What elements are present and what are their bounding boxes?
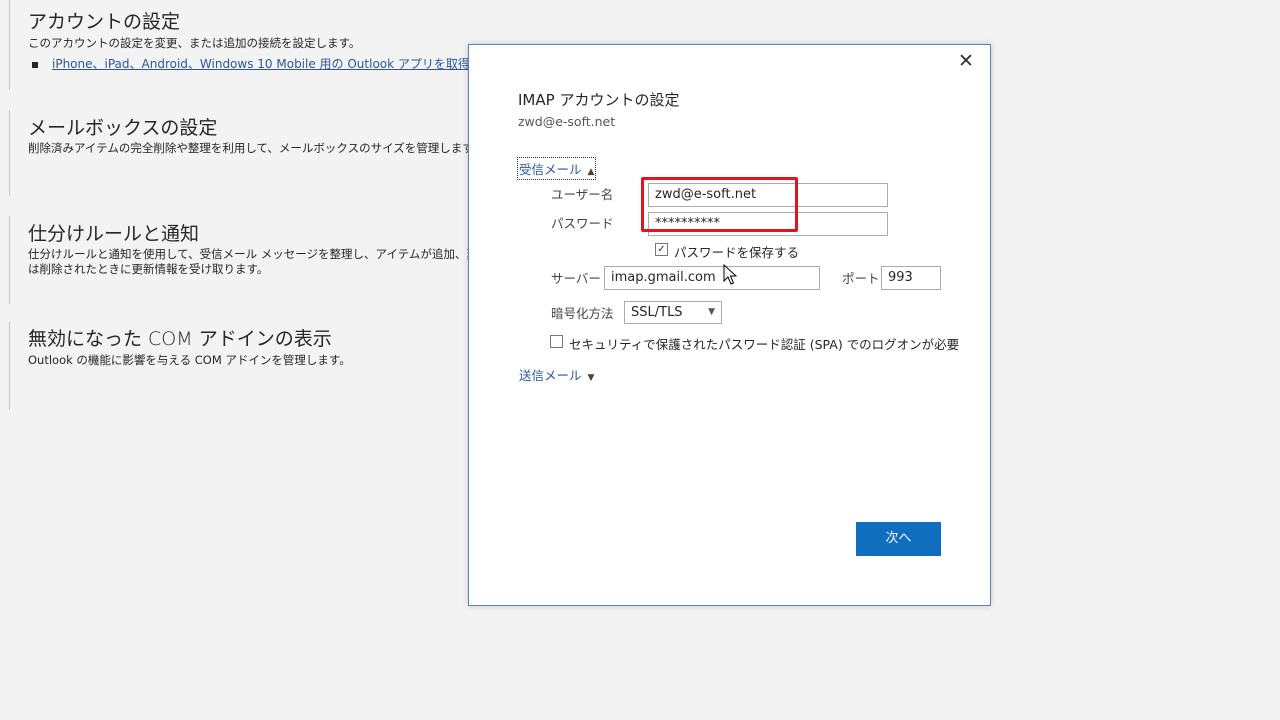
server-label: サーバー: [551, 271, 601, 286]
encryption-label: 暗号化方法: [551, 306, 614, 321]
outlook-app-link[interactable]: iPhone、iPad、Android、Windows 10 Mobile 用の…: [52, 57, 470, 71]
com-addins-title[interactable]: 無効になった COM アドインの表示: [28, 324, 332, 351]
dialog-account-email: zwd@e-soft.net: [518, 114, 616, 129]
chevron-down-icon: ▼: [587, 373, 595, 383]
mailbox-settings-title[interactable]: メールボックスの設定: [28, 113, 217, 140]
rules-desc-line1: 仕分けルールと通知を使用して、受信メール メッセージを整理し、アイテムが追加、変…: [28, 247, 470, 261]
highlight-annotation: [641, 177, 798, 232]
password-label: パスワード: [551, 216, 614, 231]
mouse-pointer-icon: [723, 264, 738, 285]
bullet: [32, 61, 38, 68]
rules-title[interactable]: 仕分けルールと通知: [28, 219, 199, 246]
port-label: ポート: [842, 271, 880, 286]
account-settings-title: アカウントの設定: [28, 11, 181, 33]
chevron-up-icon: ▲: [587, 167, 595, 177]
encryption-value: SSL/TLS: [631, 305, 683, 320]
encryption-select[interactable]: SSL/TLS ▼: [624, 301, 722, 324]
incoming-mail-label: 受信メール: [519, 162, 582, 177]
section-bar: [0, 216, 10, 304]
account-settings-desc: このアカウントの設定を変更、または追加の接続を設定します。: [28, 36, 361, 50]
mailbox-settings-desc: 削除済みアイテムの完全削除や整理を利用して、メールボックスのサイズを管理します。: [28, 141, 470, 155]
spa-checkbox[interactable]: [550, 335, 563, 348]
next-button[interactable]: 次へ: [856, 522, 941, 556]
dialog-title: IMAP アカウントの設定: [518, 91, 680, 109]
com-addins-desc: Outlook の機能に影響を与える COM アドインを管理します。: [28, 353, 351, 367]
outgoing-mail-label: 送信メール: [519, 368, 582, 383]
dropdown-arrow-icon: ▼: [708, 307, 715, 317]
close-icon[interactable]: ✕: [958, 52, 974, 71]
port-input[interactable]: 993: [881, 266, 941, 290]
section-bar: [0, 322, 10, 410]
username-label: ユーザー名: [551, 187, 614, 202]
save-password-label: パスワードを保存する: [674, 245, 800, 260]
outgoing-mail-toggle[interactable]: 送信メール ▼: [519, 365, 594, 384]
server-input[interactable]: imap.gmail.com: [604, 266, 820, 290]
incoming-mail-toggle[interactable]: 受信メール ▲: [516, 157, 597, 180]
spa-label: セキュリティで保護されたパスワード認証 (SPA) でのログオンが必要: [569, 337, 960, 352]
rules-desc-line2: は削除されたときに更新情報を受け取ります。: [28, 262, 269, 276]
imap-settings-dialog: ✕ IMAP アカウントの設定 zwd@e-soft.net 受信メール ▲ ユー…: [468, 44, 991, 606]
section-bar: [0, 110, 10, 196]
outlook-app-link-row: iPhone、iPad、Android、Windows 10 Mobile 用の…: [32, 55, 470, 72]
save-password-checkbox[interactable]: ✓: [655, 243, 668, 256]
section-bar: [0, 0, 10, 90]
